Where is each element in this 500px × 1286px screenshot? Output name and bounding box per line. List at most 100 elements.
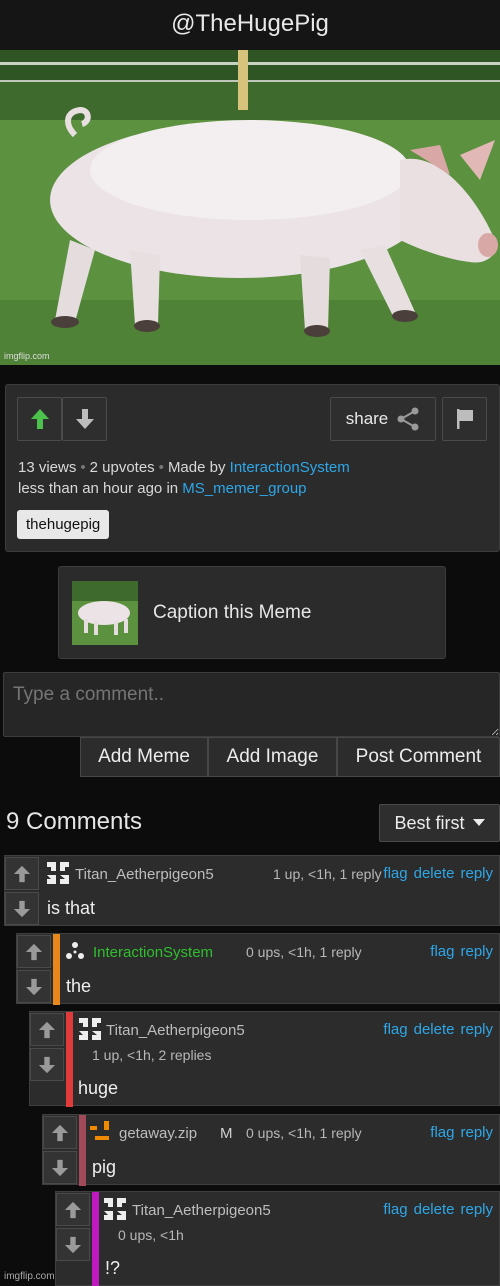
- comment-username[interactable]: getaway.zip: [119, 1125, 197, 1142]
- comment-username[interactable]: InteractionSystem: [93, 944, 213, 961]
- sort-dropdown[interactable]: Best first: [379, 804, 500, 842]
- pinwheel-avatar-icon: [47, 862, 69, 884]
- sort-label: Best first: [394, 812, 465, 833]
- user-avatar[interactable]: [90, 1121, 112, 1148]
- reply-link[interactable]: reply: [460, 1201, 493, 1218]
- post-comment-button[interactable]: Post Comment: [337, 737, 500, 777]
- thread-depth-bar: [66, 1012, 73, 1107]
- pinwheel-avatar-icon: [104, 1198, 126, 1220]
- comment-text: is that: [47, 898, 96, 918]
- group-link[interactable]: MS_memer_group: [182, 480, 306, 497]
- reply-link[interactable]: reply: [460, 943, 493, 960]
- comment-actions: flag delete reply: [377, 865, 493, 882]
- footer-watermark: imgflip.com: [4, 1271, 55, 1282]
- thread-depth-bar: [92, 1192, 99, 1286]
- caption-meme-button[interactable]: Caption this Meme: [58, 566, 446, 659]
- delete-link[interactable]: delete: [414, 1021, 455, 1038]
- meme-title: @TheHugePig: [0, 0, 500, 50]
- comment-actions: flag reply: [424, 1124, 493, 1141]
- vote-group: [17, 397, 107, 441]
- comment-username[interactable]: Titan_Aetherpigeon5: [132, 1202, 271, 1219]
- add-image-button[interactable]: Add Image: [208, 737, 337, 777]
- thread-depth-bar: [79, 1115, 86, 1186]
- flag-link[interactable]: flag: [383, 1201, 407, 1218]
- add-meme-button[interactable]: Add Meme: [80, 737, 208, 777]
- downvote-arrow-icon: [25, 978, 43, 995]
- reply-link[interactable]: reply: [460, 1021, 493, 1038]
- comment-upvote-button[interactable]: [43, 1116, 77, 1149]
- comment-text: huge: [78, 1078, 119, 1098]
- upvote-arrow-icon: [13, 865, 31, 882]
- user-avatar[interactable]: [77, 1016, 103, 1047]
- share-label: share: [345, 409, 389, 428]
- tag-chip[interactable]: thehugepig: [17, 510, 110, 539]
- downvote-arrow-icon: [13, 900, 31, 917]
- comment-upvote-button[interactable]: [17, 935, 51, 968]
- upvote-arrow-icon: [64, 1201, 82, 1218]
- downvote-arrow-icon: [51, 1159, 69, 1176]
- comment-downvote-button[interactable]: [17, 970, 51, 1003]
- flag-link[interactable]: flag: [383, 1021, 407, 1038]
- comment-stats: 1 up, <1h, 2 replies: [92, 1047, 212, 1063]
- upvote-arrow-icon: [51, 1124, 69, 1141]
- caption-thumbnail: [72, 580, 138, 645]
- comment-item: Titan_Aetherpigeon5 flag delete reply 1 up…: [29, 1011, 500, 1107]
- chevron-down-icon: [472, 819, 485, 826]
- comment-item: Titan_Aetherpigeon5 flag delete reply 0 up…: [55, 1191, 500, 1286]
- made-by-label: Made by: [167, 459, 226, 476]
- triangle-dots-avatar-icon: [66, 942, 84, 959]
- upvote-arrow-icon: [25, 943, 43, 960]
- comment-upvote-button[interactable]: [30, 1013, 64, 1046]
- user-avatar[interactable]: [45, 860, 71, 891]
- orange-pixel-avatar-icon: [90, 1121, 109, 1140]
- comment-stats: 1 up, <1h, 1 reply: [273, 866, 382, 882]
- comment-item: InteractionSystem 0 ups, <1h, 1 reply fl…: [16, 933, 500, 1005]
- user-avatar[interactable]: [102, 1196, 128, 1227]
- flag-button[interactable]: [442, 397, 487, 441]
- flag-link[interactable]: flag: [430, 1124, 454, 1141]
- post-meta: 13 views • 2 upvotes • Made by InteractionSy…: [18, 459, 350, 497]
- upvote-count: 2 upvotes: [89, 459, 155, 476]
- comment-downvote-button[interactable]: [56, 1228, 90, 1261]
- user-avatar[interactable]: [65, 941, 85, 966]
- time-label: less than an hour ago in: [18, 480, 179, 497]
- caption-label: Caption this Meme: [153, 601, 312, 623]
- comment-downvote-button[interactable]: [43, 1151, 77, 1184]
- flag-link[interactable]: flag: [430, 943, 454, 960]
- share-button[interactable]: share: [330, 397, 436, 441]
- reply-link[interactable]: reply: [460, 865, 493, 882]
- comment-item: getaway.zip M 0 ups, <1h, 1 reply flag re…: [42, 1114, 500, 1186]
- comment-stats: 0 ups, <1h, 1 reply: [246, 1125, 362, 1141]
- comment-item: Titan_Aetherpigeon5 1 up, <1h, 1 reply f…: [4, 855, 500, 926]
- downvote-arrow-icon: [38, 1056, 56, 1073]
- flag-link[interactable]: flag: [383, 865, 407, 882]
- downvote-arrow-icon: [64, 1236, 82, 1253]
- comment-upvote-button[interactable]: [5, 857, 39, 890]
- comments-count: 9 Comments: [6, 808, 143, 835]
- comment-upvote-button[interactable]: [56, 1193, 90, 1226]
- share-icon: [397, 407, 419, 431]
- upvote-arrow-icon: [38, 1021, 56, 1038]
- reply-link[interactable]: reply: [460, 1124, 493, 1141]
- comment-text: !?: [105, 1258, 121, 1278]
- meme-image[interactable]: [0, 50, 500, 365]
- delete-link[interactable]: delete: [414, 1201, 455, 1218]
- comment-downvote-button[interactable]: [30, 1048, 64, 1081]
- view-count: 13 views: [18, 459, 77, 476]
- comment-text: pig: [92, 1157, 117, 1177]
- upvote-button[interactable]: [17, 397, 62, 441]
- downvote-button[interactable]: [62, 397, 107, 441]
- delete-link[interactable]: delete: [414, 865, 455, 882]
- comment-downvote-button[interactable]: [5, 892, 39, 925]
- author-link[interactable]: InteractionSystem: [230, 459, 350, 476]
- comment-username[interactable]: Titan_Aetherpigeon5: [106, 1022, 245, 1039]
- comment-actions: flag delete reply: [377, 1201, 493, 1218]
- pinwheel-avatar-icon: [79, 1018, 101, 1040]
- comment-input[interactable]: [3, 672, 500, 737]
- comment-stats: 0 ups, <1h, 1 reply: [246, 944, 362, 960]
- comment-stats: 0 ups, <1h: [118, 1227, 184, 1243]
- thread-depth-bar: [53, 934, 60, 1005]
- downvote-arrow-icon: [75, 409, 94, 429]
- comment-username[interactable]: Titan_Aetherpigeon5: [75, 866, 214, 883]
- comment-actions: flag reply: [424, 943, 493, 960]
